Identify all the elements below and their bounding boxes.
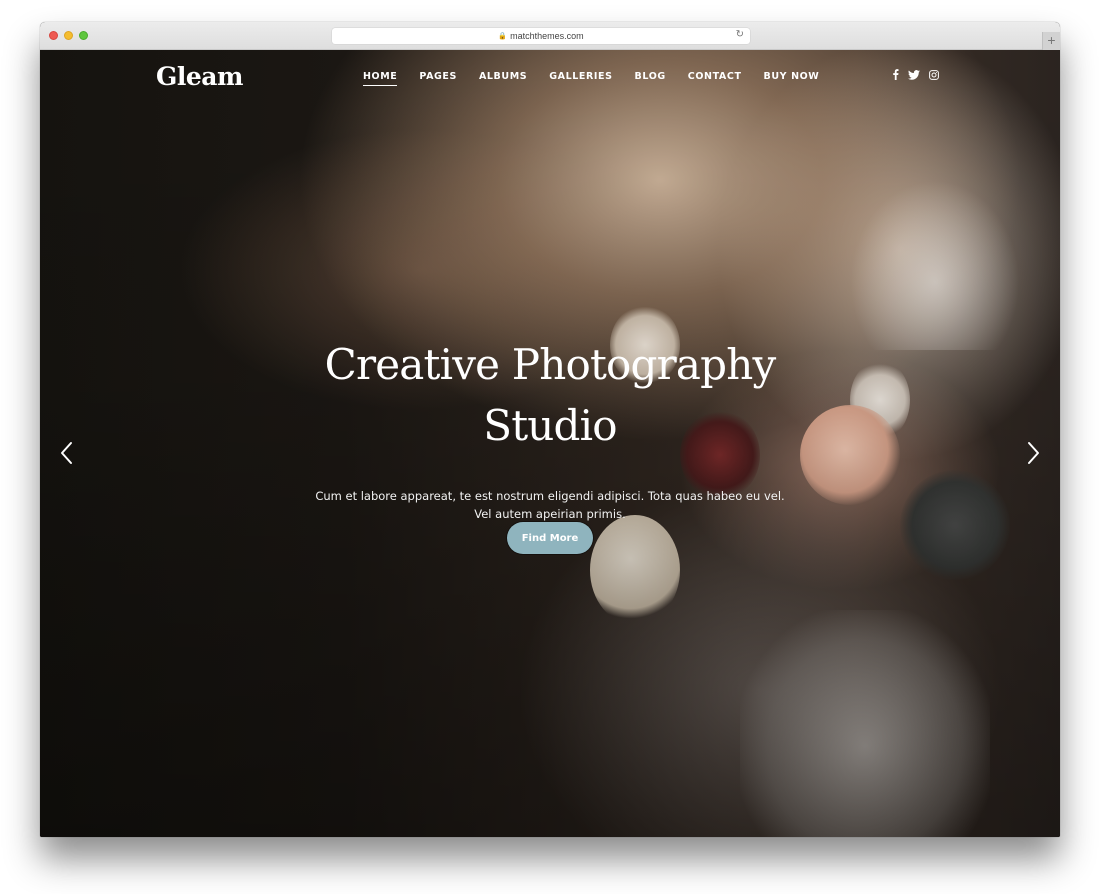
reload-icon[interactable]: ↻: [736, 29, 744, 40]
find-more-button[interactable]: Find More: [507, 522, 593, 554]
nav-buy-now[interactable]: BUY NOW: [764, 71, 820, 86]
nav-albums[interactable]: ALBUMS: [479, 71, 527, 86]
site-header: Gleam HOME PAGES ALBUMS GALLERIES BLOG C…: [40, 50, 1060, 108]
zoom-window-button[interactable]: [79, 31, 88, 40]
site-logo[interactable]: Gleam: [156, 62, 243, 91]
chevron-right-icon: [1028, 442, 1039, 464]
hero-headline-line1: Creative Photography: [324, 340, 777, 389]
browser-window: 🔒 matchthemes.com ↻ + Gleam HOME PAGES A…: [40, 22, 1060, 837]
hero-subtitle: Cum et labore appareat, te est nostrum e…: [315, 489, 785, 521]
slider-next-button[interactable]: [1022, 438, 1042, 468]
new-tab-button[interactable]: +: [1042, 32, 1060, 50]
slider-prev-button[interactable]: [58, 438, 78, 468]
close-window-button[interactable]: [49, 31, 58, 40]
chevron-left-icon: [61, 442, 72, 464]
lock-icon: 🔒: [498, 33, 508, 40]
nav-contact[interactable]: CONTACT: [688, 71, 742, 86]
hero-headline: Creative Photography Studio: [240, 334, 860, 456]
hero-headline-line2: Studio: [483, 401, 617, 450]
social-links: [892, 69, 939, 80]
nav-pages[interactable]: PAGES: [419, 71, 457, 86]
twitter-icon[interactable]: [908, 69, 920, 80]
main-menu: HOME PAGES ALBUMS GALLERIES BLOG CONTACT…: [363, 71, 841, 86]
nav-galleries[interactable]: GALLERIES: [549, 71, 612, 86]
browser-titlebar: 🔒 matchthemes.com ↻ +: [40, 22, 1060, 50]
minimize-window-button[interactable]: [64, 31, 73, 40]
plus-icon: +: [1047, 32, 1056, 48]
address-bar[interactable]: 🔒 matchthemes.com ↻: [332, 28, 750, 44]
url-text: matchthemes.com: [510, 31, 584, 41]
hero-slider: Gleam HOME PAGES ALBUMS GALLERIES BLOG C…: [40, 50, 1060, 837]
instagram-icon[interactable]: [929, 69, 939, 80]
nav-home[interactable]: HOME: [363, 71, 398, 86]
facebook-icon[interactable]: [892, 69, 899, 80]
nav-blog[interactable]: BLOG: [635, 71, 666, 86]
